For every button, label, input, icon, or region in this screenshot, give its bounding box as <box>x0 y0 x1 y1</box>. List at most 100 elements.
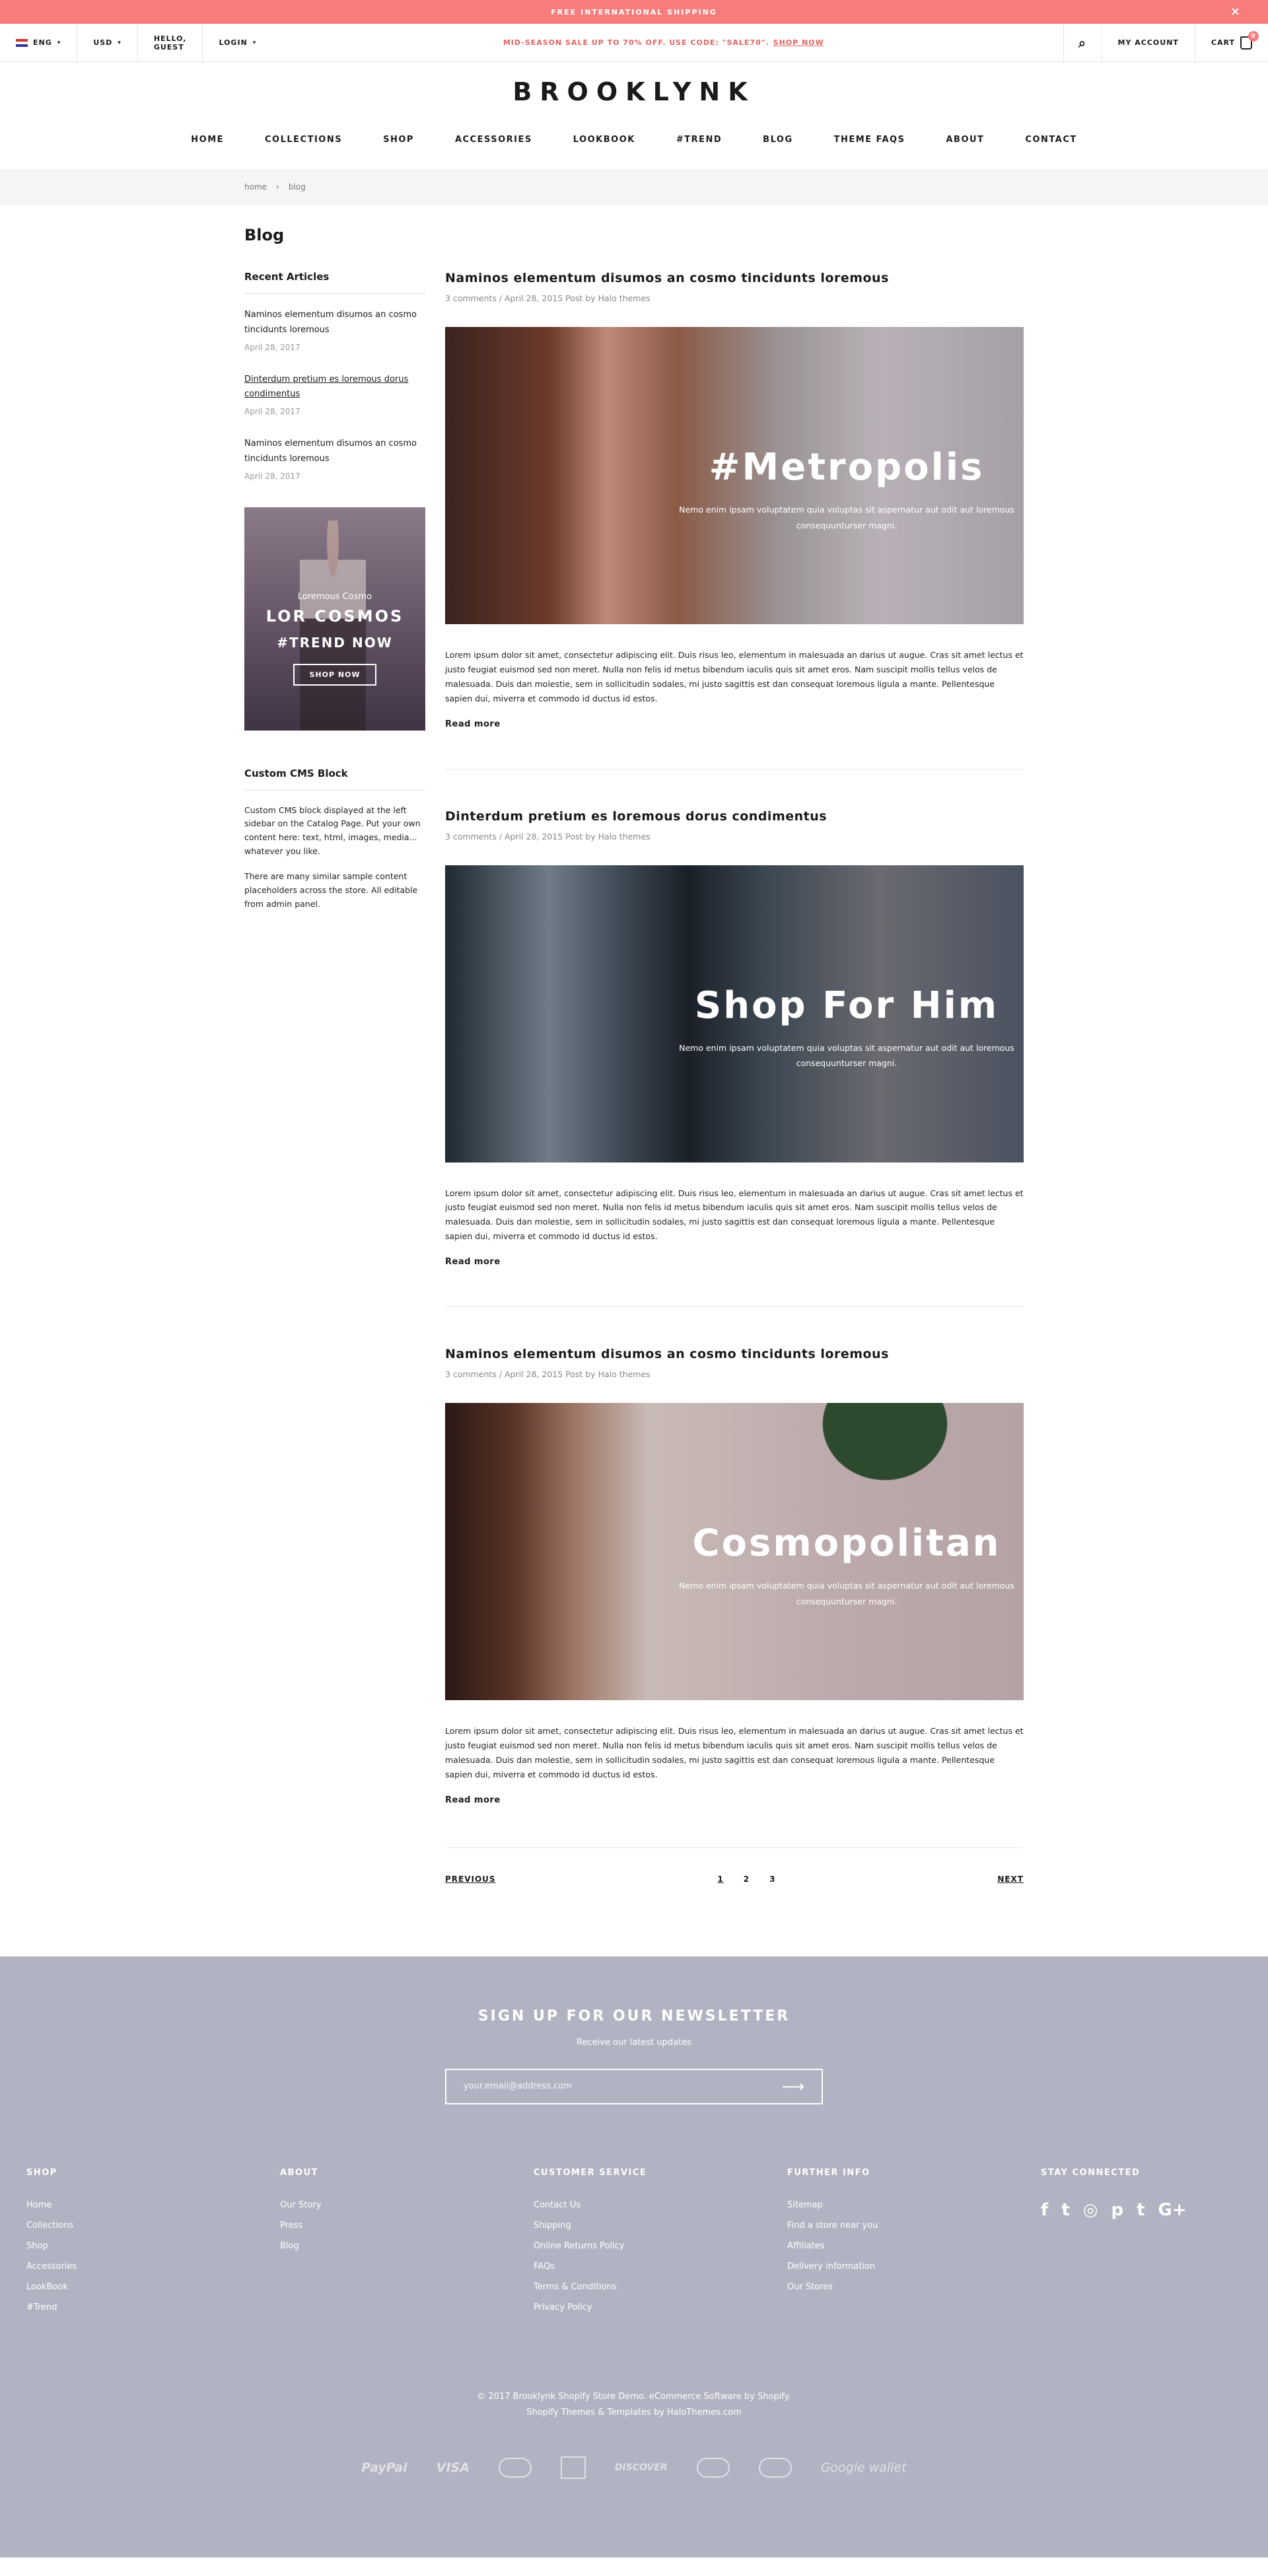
footer-link[interactable]: Online Returns Policy <box>534 2241 625 2251</box>
post-featured-image[interactable]: Shop For Him Nemo enim ipsam voluptatem … <box>445 865 1024 1163</box>
paypal-icon: PayPal <box>361 2460 407 2475</box>
footer: SIGN UP FOR OUR NEWSLETTER Receive our l… <box>0 1956 1268 2558</box>
footer-link[interactable]: Shipping <box>534 2221 571 2231</box>
breadcrumb-bar: home › blog <box>0 169 1268 205</box>
close-icon[interactable]: × <box>1230 5 1242 18</box>
post-featured-image[interactable]: #Metropolis Nemo enim ipsam voluptatem q… <box>445 327 1024 624</box>
blog-post: Naminos elementum disumos an cosmo tinci… <box>445 1347 1024 1848</box>
promo-text: MID-SEASON SALE UP TO 70% OFF. USE CODE:… <box>503 38 769 47</box>
my-account-link[interactable]: MY ACCOUNT <box>1101 24 1195 61</box>
breadcrumb-separator-icon: › <box>276 182 279 192</box>
maestro-icon <box>696 2457 730 2478</box>
cart-button[interactable]: CART 0 <box>1194 24 1268 61</box>
breadcrumb-current: blog <box>288 182 306 192</box>
breadcrumb-home[interactable]: home <box>244 182 267 192</box>
cms-heading: Custom CMS Block <box>244 768 425 791</box>
sidebar: Recent Articles Naminos elementum disumo… <box>244 271 425 1950</box>
footer-link[interactable]: #Trend <box>26 2303 57 2312</box>
post-title[interactable]: Naminos elementum disumos an cosmo tinci… <box>445 1347 889 1361</box>
footer-link[interactable]: Delivery information <box>787 2262 875 2272</box>
footer-link[interactable]: FAQs <box>534 2262 555 2272</box>
nav-item-theme-faqs[interactable]: THEME FAQS <box>834 135 905 145</box>
sidebar-promo-banner[interactable]: Loremous Cosmo LOR COSMOS #TREND NOW SHO… <box>244 507 425 731</box>
discover-icon: DISCOVER <box>614 2462 668 2473</box>
promo-shop-now-button[interactable]: SHOP NOW <box>293 663 376 686</box>
instagram-icon[interactable]: ◎ <box>1083 2200 1098 2220</box>
blog-post: Dinterdum pretium es loremous dorus cond… <box>445 809 1024 1307</box>
pagination-next[interactable]: NEXT <box>997 1875 1024 1884</box>
footer-link[interactable]: Shop <box>26 2241 48 2251</box>
blog-layout: Recent Articles Naminos elementum disumo… <box>244 271 1024 1950</box>
copyright: © 2017 Brooklynk Shopify Store Demo. eCo… <box>0 2389 1268 2421</box>
promo-model-image <box>300 520 366 731</box>
nav-item-trend[interactable]: #TREND <box>676 135 722 145</box>
recent-article-title[interactable]: Naminos elementum disumos an cosmo tinci… <box>244 439 417 464</box>
pagination-page[interactable]: 2 <box>744 1875 750 1884</box>
nav-item-blog[interactable]: BLOG <box>763 135 792 145</box>
footer-link[interactable]: Accessories <box>26 2262 77 2272</box>
nav-item-collections[interactable]: COLLECTIONS <box>265 135 342 145</box>
pagination-page[interactable]: 3 <box>769 1875 775 1884</box>
nav-item-lookbook[interactable]: LOOKBOOK <box>573 135 635 145</box>
footer-link[interactable]: Affiliates <box>787 2241 825 2251</box>
footer-link[interactable]: Our Story <box>280 2200 321 2210</box>
read-more-link[interactable]: Read more <box>445 1795 501 1805</box>
amex-icon <box>560 2456 586 2479</box>
footer-link[interactable]: Sitemap <box>787 2200 823 2210</box>
twitter-icon[interactable]: t <box>1061 2200 1069 2220</box>
login-dropdown[interactable]: LOGIN ▾ <box>203 24 272 61</box>
nav-item-about[interactable]: ABOUT <box>946 135 984 145</box>
footer-link[interactable]: LookBook <box>26 2282 68 2292</box>
footer-link[interactable]: Find a store near you <box>787 2221 878 2231</box>
recent-article: Dinterdum pretium es loremous dorus cond… <box>244 372 425 417</box>
pagination-pages: 1 2 3 <box>717 1875 775 1884</box>
nav-item-home[interactable]: HOME <box>191 135 224 145</box>
read-more-link[interactable]: Read more <box>445 1257 501 1267</box>
overlay-title: Cosmopolitan <box>692 1522 1001 1565</box>
tumblr-icon[interactable]: t <box>1137 2200 1145 2220</box>
image-overlay: Cosmopolitan Nemo enim ipsam voluptatem … <box>670 1522 1024 1610</box>
page-title: Blog <box>244 226 285 244</box>
newsletter-email-input[interactable] <box>464 2081 728 2091</box>
copyright-line: © 2017 Brooklynk Shopify Store Demo. eCo… <box>477 2391 791 2402</box>
newsletter-form: ⟶ <box>445 2068 823 2104</box>
footer-link[interactable]: Blog <box>280 2241 299 2251</box>
footer-link[interactable]: Collections <box>26 2221 73 2231</box>
nav-item-accessories[interactable]: ACCESSORIES <box>455 135 532 145</box>
nav-item-contact[interactable]: CONTACT <box>1025 135 1076 145</box>
post-featured-image[interactable]: Cosmopolitan Nemo enim ipsam voluptatem … <box>445 1403 1024 1700</box>
greeting-label: HELLO, GUEST <box>153 34 187 52</box>
language-selector[interactable]: ENG ▾ <box>0 24 78 61</box>
pagination-previous[interactable]: PREVIOUS <box>445 1875 496 1884</box>
footer-column-heading: CUSTOMER SERVICE <box>534 2167 647 2178</box>
recent-article-date: April 28, 2017 <box>244 471 300 481</box>
chevron-down-icon: ▾ <box>118 39 122 46</box>
site-logo[interactable]: BROOKLYNK <box>512 77 755 106</box>
post-title[interactable]: Dinterdum pretium es loremous dorus cond… <box>445 809 827 824</box>
footer-column-about: ABOUT Our Story Press Blog <box>280 2168 534 2323</box>
recent-article-title[interactable]: Dinterdum pretium es loremous dorus cond… <box>244 375 408 400</box>
footer-columns: SHOP Home Collections Shop Accessories L… <box>0 2168 1268 2323</box>
promo-shop-now-link[interactable]: SHOP NOW <box>773 38 824 47</box>
pinterest-icon[interactable]: p <box>1111 2200 1123 2220</box>
currency-selector[interactable]: USD ▾ <box>77 24 138 61</box>
pagination-page[interactable]: 1 <box>717 1875 723 1884</box>
social-links: f t ◎ p t G+ <box>1041 2200 1239 2220</box>
read-more-link[interactable]: Read more <box>445 719 501 729</box>
post-title[interactable]: Naminos elementum disumos an cosmo tinci… <box>445 271 889 285</box>
footer-link[interactable]: Contact Us <box>534 2200 581 2210</box>
nav-item-shop[interactable]: SHOP <box>383 135 414 145</box>
footer-link[interactable]: Terms & Conditions <box>534 2282 617 2292</box>
google-plus-icon[interactable]: G+ <box>1158 2200 1187 2220</box>
cms-paragraph: Custom CMS block displayed at the left s… <box>244 805 421 856</box>
recent-article-title[interactable]: Naminos elementum disumos an cosmo tinci… <box>244 310 417 335</box>
footer-link[interactable]: Our Stores <box>787 2282 833 2292</box>
footer-link[interactable]: Home <box>26 2200 52 2210</box>
footer-link[interactable]: Press <box>280 2221 302 2231</box>
arrow-right-icon[interactable]: ⟶ <box>782 2077 804 2096</box>
mastercard-icon <box>498 2457 532 2478</box>
footer-link[interactable]: Privacy Policy <box>534 2303 592 2312</box>
facebook-icon[interactable]: f <box>1041 2200 1048 2220</box>
post-meta: 3 comments / April 28, 2015 Post by Halo… <box>445 293 651 303</box>
search-button[interactable]: ⌕ <box>1063 24 1102 61</box>
